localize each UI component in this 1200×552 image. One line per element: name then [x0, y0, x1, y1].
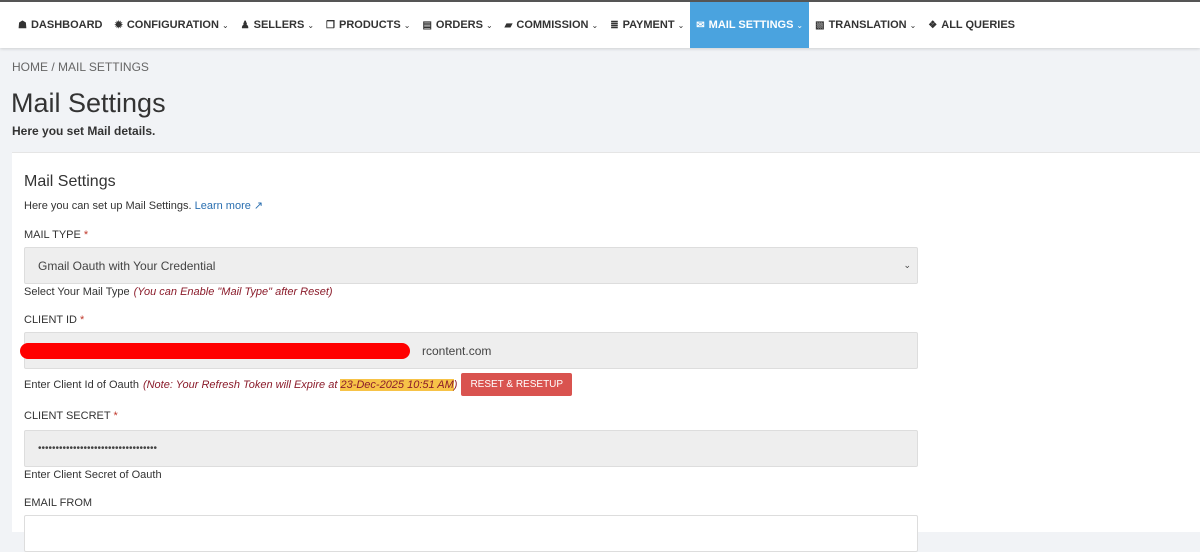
required-mark: *: [80, 314, 85, 326]
nav-label: PRODUCTS: [339, 19, 401, 31]
payment-icon: ≣: [610, 19, 619, 31]
card-desc-text: Here you can set up Mail Settings.: [24, 200, 192, 212]
note-text: (Note: Your Refresh Token will Expire at: [142, 378, 338, 391]
learn-more-link[interactable]: Learn more ↗: [195, 200, 264, 212]
nav-item-commission[interactable]: ▰ COMMISSION ⌄: [499, 2, 605, 48]
help-text: Enter Client Id of Oauth: [24, 378, 139, 391]
required-mark: *: [83, 229, 89, 241]
chevron-down-icon: ⌄: [909, 20, 917, 30]
chevron-down-icon: ⌄: [403, 20, 411, 30]
page-subtitle: Here you set Mail details.: [12, 124, 156, 138]
nav-label: PAYMENT: [622, 19, 675, 31]
envelope-open-icon: ✉: [696, 19, 705, 31]
mail-type-help: Select Your Mail Type (You can Enable "Ma…: [24, 286, 333, 298]
nav-item-payment[interactable]: ≣ PAYMENT ⌄: [604, 2, 690, 48]
expiry-date: 23-Dec-2025 10:51 AM: [340, 378, 454, 391]
label-text: CLIENT SECRET: [24, 410, 111, 422]
nav-label: MAIL SETTINGS: [708, 19, 794, 31]
card-title: Mail Settings: [24, 173, 116, 190]
help-note: (You can Enable "Mail Type" after Reset): [133, 286, 333, 298]
mail-type-select[interactable]: Gmail Oauth with Your Credential ⌄: [24, 247, 918, 284]
selected-value: Gmail Oauth with Your Credential: [38, 258, 216, 273]
orders-icon: ▤: [422, 19, 432, 31]
nav-item-dashboard[interactable]: ☗ DASHBOARD: [12, 2, 108, 48]
nav-label: SELLERS: [253, 19, 305, 31]
top-nav: ☗ DASHBOARD ✹ CONFIGURATION ⌄ ♟ SELLERS ⌄ ❐ PRODU…: [0, 0, 1200, 48]
mail-type-label: MAIL TYPE *: [24, 229, 88, 241]
client-id-help: Enter Client Id of Oauth (Note: Your Refr…: [24, 373, 573, 396]
nav-label: TRANSLATION: [828, 19, 907, 31]
product-icon: ❐: [326, 19, 336, 31]
chevron-down-icon: ⌄: [221, 20, 229, 30]
nav-item-products[interactable]: ❐ PRODUCTS ⌄: [320, 2, 416, 48]
nav-item-sellers[interactable]: ♟ SELLERS ⌄: [235, 2, 320, 48]
label-text: CLIENT ID: [24, 314, 77, 326]
mail-settings-card: Mail Settings Here you can set up Mail S…: [12, 152, 1200, 552]
nav-item-translation[interactable]: ▧ TRANSLATION ⌄: [809, 2, 922, 48]
nav-label: COMMISSION: [516, 19, 589, 31]
nav-label: DASHBOARD: [30, 19, 103, 31]
chevron-down-icon: ⌄: [307, 20, 315, 30]
email-from-label: EMAIL FROM: [24, 497, 93, 509]
user-icon: ♟: [240, 19, 250, 31]
client-secret-input[interactable]: ••••••••••••••••••••••••••••••••••: [24, 430, 918, 467]
redaction-mark: [20, 343, 410, 359]
note-end: ): [453, 378, 458, 391]
page-title: Mail Settings: [11, 88, 166, 118]
nav-item-configuration[interactable]: ✹ CONFIGURATION ⌄: [108, 2, 234, 48]
nav-item-orders[interactable]: ▤ ORDERS ⌄: [416, 2, 498, 48]
dashboard-icon: ☗: [18, 19, 27, 31]
client-secret-label: CLIENT SECRET *: [24, 410, 118, 422]
language-icon: ▧: [815, 19, 825, 31]
nav-label: CONFIGURATION: [126, 19, 219, 31]
client-id-value: rcontent.com: [422, 343, 492, 358]
secret-value: ••••••••••••••••••••••••••••••••••: [38, 443, 158, 454]
required-mark: *: [113, 410, 118, 422]
chevron-down-icon: ⌄: [591, 20, 599, 30]
email-from-input[interactable]: [24, 515, 918, 552]
money-icon: ▰: [504, 19, 513, 31]
client-secret-help: Enter Client Secret of Oauth: [24, 469, 162, 481]
breadcrumb: HOME / MAIL SETTINGS: [12, 60, 149, 74]
comments-icon: ❖: [928, 19, 938, 31]
help-note: (Note: Your Refresh Token will Expire at…: [142, 378, 458, 391]
chevron-down-icon: ⌄: [485, 20, 493, 30]
nav-label: ORDERS: [435, 19, 483, 31]
chevron-down-icon: ⌄: [677, 20, 685, 30]
label-text: MAIL TYPE: [24, 229, 81, 241]
chevron-down-icon: ⌄: [903, 260, 911, 270]
reset-resetup-button[interactable]: RESET & RESETUP: [461, 373, 573, 396]
nav-label: ALL QUERIES: [941, 19, 1016, 31]
chevron-down-icon: ⌄: [796, 20, 804, 30]
client-id-label: CLIENT ID *: [24, 314, 84, 326]
help-text: Select Your Mail Type: [24, 286, 130, 298]
gear-icon: ✹: [114, 19, 123, 31]
nav-item-all-queries[interactable]: ❖ ALL QUERIES: [922, 2, 1021, 48]
nav-item-mail-settings[interactable]: ✉ MAIL SETTINGS ⌄: [690, 2, 810, 48]
card-description: Here you can set up Mail Settings. Learn…: [24, 199, 263, 212]
